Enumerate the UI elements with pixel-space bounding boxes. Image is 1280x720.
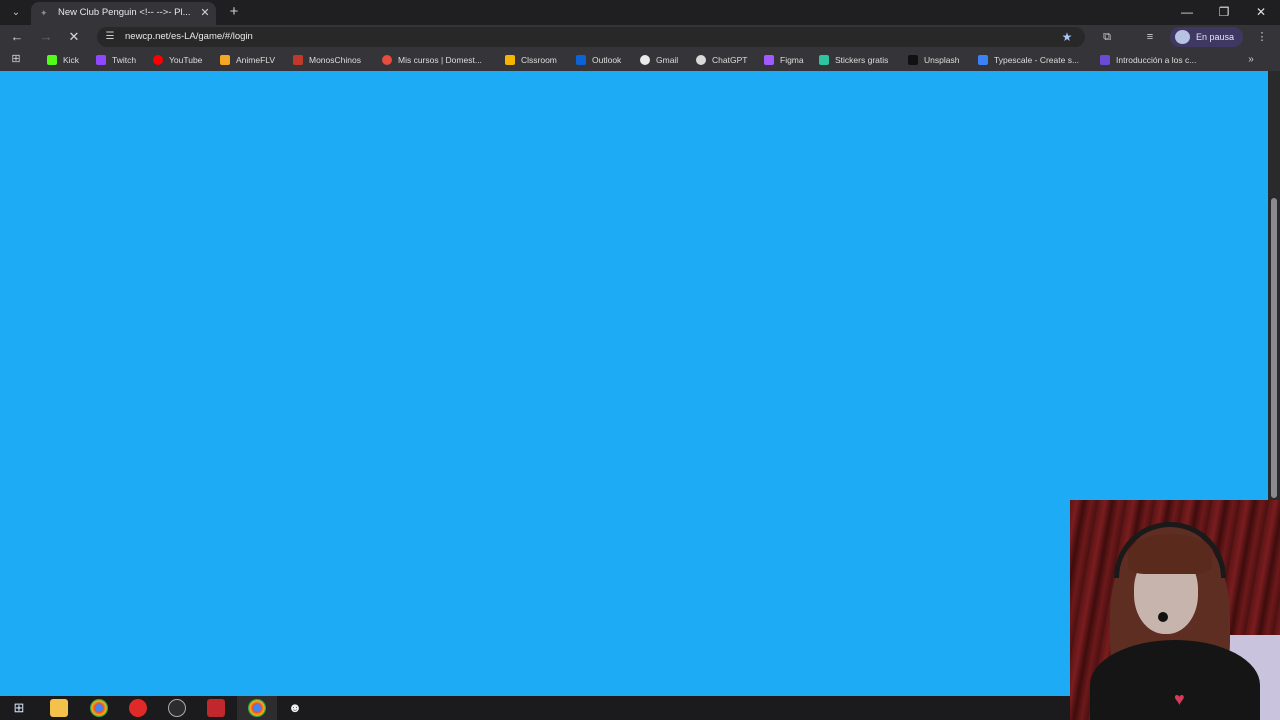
chatgpt-icon [696,55,706,65]
windows-start-icon[interactable]: ⊞ [10,699,28,717]
extensions-icon[interactable]: ⧉ [1098,28,1116,46]
apps-grid-icon[interactable]: ⊞ [10,53,22,65]
file-explorer-icon[interactable] [50,699,68,717]
minimize-button[interactable]: — [1175,3,1199,21]
scrollbar-thumb[interactable] [1271,198,1277,498]
url-text[interactable]: newcp.net/es-LA/game/#/login [125,30,253,44]
address-bar[interactable]: ☰ newcp.net/es-LA/game/#/login ★ [97,27,1085,47]
bookmark-figma[interactable]: Figma [764,52,804,68]
webcam-overlay: ♥ [1070,500,1280,720]
steam-icon[interactable] [168,699,186,717]
tab-title: New Club Penguin <!-- -->- Pl... [58,7,191,18]
chrome-active-icon[interactable] [248,699,266,717]
browser-toolbar: ← → ✕ ☰ newcp.net/es-LA/game/#/login ★ ⧉… [0,25,1280,49]
twitch-icon [96,55,106,65]
close-window-button[interactable]: ✕ [1249,3,1273,21]
site-info-icon[interactable]: ☰ [103,29,117,45]
menu-icon[interactable]: ⋮ [1253,28,1271,46]
tab-search-button[interactable]: ⌄ [6,4,26,21]
red-app-icon[interactable] [129,699,147,717]
restore-button[interactable]: ❐ [1212,3,1236,21]
outlook-icon [576,55,586,65]
gmail-icon [640,55,650,65]
active-tab[interactable]: ✦ New Club Penguin <!-- -->- Pl... ✕ [31,2,216,25]
bookmark-gmail[interactable]: Gmail [640,52,678,68]
forward-button[interactable]: → [37,28,55,46]
typescale-icon [978,55,988,65]
animeflv-icon [220,55,230,65]
monoschinos-icon [293,55,303,65]
course-icon [1100,55,1110,65]
taskbar: ⊞ ☻ [0,696,1070,720]
profile-button[interactable]: En pausa [1170,27,1243,47]
voice-app-icon[interactable] [207,699,225,717]
close-tab-icon[interactable]: ✕ [199,5,211,21]
bookmark-classroom[interactable]: Clssroom [505,52,557,68]
heart-icon: ♥ [1174,689,1185,709]
classroom-icon [505,55,515,65]
bookmark-star-icon[interactable]: ★ [1059,28,1075,46]
bookmark-stickers[interactable]: Stickers gratis [819,52,888,68]
bookmark-typescale[interactable]: Typescale - Create s... [978,52,1079,68]
discord-icon[interactable]: ☻ [286,699,304,717]
chrome-icon[interactable] [90,699,108,717]
profile-label: En pausa [1196,32,1235,42]
media-controls-icon[interactable]: ≡ [1141,28,1159,46]
club-penguin-icon: ✦ [40,8,48,18]
figma-icon [764,55,774,65]
bookmark-mis-cursos[interactable]: Mis cursos | Domest... [382,52,482,68]
bookmark-kick[interactable]: Kick [47,52,79,68]
bookmarks-bar: ⊞ Kick Twitch YouTube AnimeFLV MonosChin… [0,49,1280,71]
bookmark-animeflv[interactable]: AnimeFLV [220,52,275,68]
kick-icon [47,55,57,65]
more-bookmarks-icon[interactable]: » [1244,52,1258,68]
bookmark-introduccion[interactable]: Introducción a los c... [1100,52,1196,68]
bookmark-unsplash[interactable]: Unsplash [908,52,959,68]
domestika-icon [382,55,392,65]
new-tab-button[interactable]: + [225,3,243,21]
bookmark-chatgpt[interactable]: ChatGPT [696,52,747,68]
bookmark-twitch[interactable]: Twitch [96,52,136,68]
bookmark-outlook[interactable]: Outlook [576,52,621,68]
microphone-icon [1158,612,1168,622]
tab-strip: ⌄ ✦ New Club Penguin <!-- -->- Pl... ✕ +… [0,0,1280,25]
back-button[interactable]: ← [8,28,26,46]
youtube-icon [153,55,163,65]
stickers-icon [819,55,829,65]
stop-loading-button[interactable]: ✕ [65,28,83,46]
bookmark-monoschinos[interactable]: MonosChinos [293,52,361,68]
avatar [1175,30,1190,44]
bookmark-youtube[interactable]: YouTube [153,52,202,68]
unsplash-icon [908,55,918,65]
